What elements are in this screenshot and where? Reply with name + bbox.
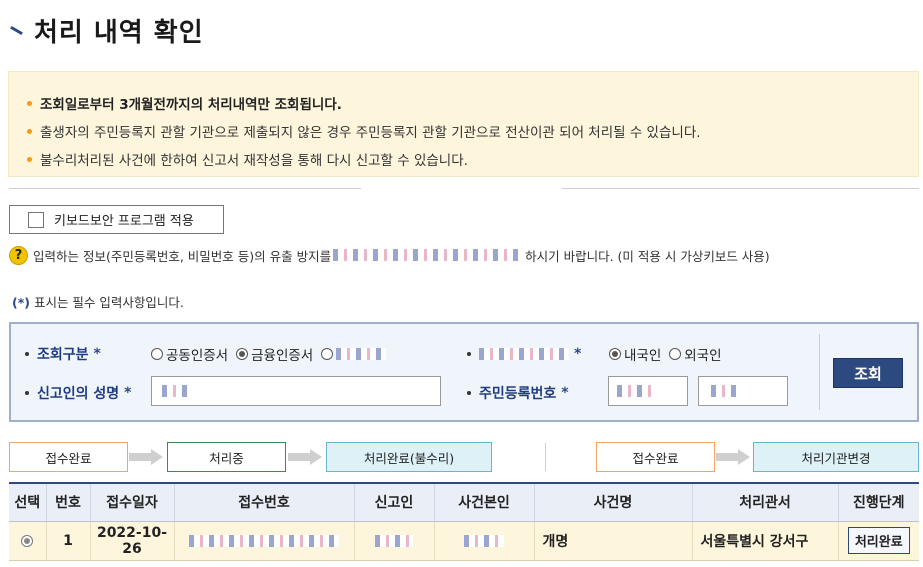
keyboard-security-info: ? 입력하는 정보(주민등록번호, 비밀번호 등)의 유출 방지를 하시기 바랍… <box>9 244 770 266</box>
row-office: 서울특별시 강서구 <box>692 521 839 561</box>
radio-icon[interactable] <box>236 348 249 360</box>
help-icon: ? <box>9 245 28 265</box>
radio-icon[interactable] <box>609 348 621 360</box>
resident-number-label: 주민등록번호 * <box>467 383 569 403</box>
search-panel: 조회구분 * 공동인증서 금융인증서 * 내국인 외국인 신고인의 성명 * 주… <box>9 322 919 422</box>
row-select[interactable] <box>9 521 47 561</box>
row-status: 처리완료 <box>838 521 919 561</box>
masked-text <box>336 348 387 360</box>
bullet-icon <box>27 100 32 106</box>
column-header: 접수일자 <box>90 482 175 522</box>
column-header: 진행단계 <box>838 482 919 522</box>
arrow-right-icon <box>716 449 750 465</box>
radio-foreigner[interactable]: 외국인 <box>669 344 722 364</box>
step-office-changed: 처리기관변경 <box>753 442 919 472</box>
reporter-name-input[interactable] <box>151 376 441 406</box>
arrow-right-icon <box>129 449 163 465</box>
column-header: 사건본인 <box>434 482 535 522</box>
masked-text <box>189 534 339 547</box>
bullet-icon <box>25 391 29 395</box>
step-completed-rejected: 처리완료(불수리) <box>326 442 492 472</box>
radio-icon[interactable] <box>669 348 682 360</box>
radio-financial-certificate[interactable]: 금융인증서 <box>236 344 313 364</box>
step-processing: 처리중 <box>167 442 286 472</box>
results-table: 선택 번호 접수일자 접수번호 신고인 사건본인 사건명 처리관서 진행단계 1… <box>9 482 919 561</box>
masked-text <box>333 249 524 261</box>
row-date: 2022-10-26 <box>90 521 175 561</box>
column-header: 사건명 <box>534 482 693 522</box>
bullet-icon <box>27 128 32 134</box>
masked-text <box>711 385 741 397</box>
step-received: 접수완료 <box>9 442 128 472</box>
row-case-name: 개명 <box>534 521 693 561</box>
column-header: 신고인 <box>354 482 435 522</box>
notice-box: 조회일로부터 3개월전까지의 처리내역만 조회됩니다. 출생자의 주민등록지 관… <box>8 71 919 177</box>
masked-text <box>464 534 504 547</box>
resident-number-front-input[interactable] <box>608 376 688 406</box>
nationality-label: * <box>467 344 581 364</box>
bullet-icon <box>467 391 471 395</box>
keyboard-security-checkbox[interactable] <box>28 211 44 228</box>
masked-text <box>479 348 569 360</box>
search-button[interactable]: 조회 <box>833 358 903 388</box>
reporter-name-label: 신고인의 성명 * <box>25 383 131 403</box>
masked-text <box>375 534 413 547</box>
radio-other-certificate[interactable] <box>321 348 387 360</box>
row-subject <box>434 521 535 561</box>
column-header: 접수번호 <box>174 482 355 522</box>
notice-line: 불수리처리된 사건에 한하여 신고서 재작성을 통해 다시 신고할 수 있습니다… <box>27 145 900 173</box>
divider <box>562 188 919 189</box>
divider <box>9 188 361 189</box>
column-header: 선택 <box>9 482 47 522</box>
page-title: 처리 내역 확인 <box>34 17 204 48</box>
divider <box>545 443 546 471</box>
bullet-icon <box>467 352 471 356</box>
inquiry-type-radios: 공동인증서 금융인증서 <box>151 344 394 364</box>
bullet-icon <box>27 156 32 162</box>
radio-icon[interactable] <box>21 534 34 547</box>
keyboard-security-button[interactable]: 키보드보안 프로그램 적용 <box>9 205 224 234</box>
notice-line: 출생자의 주민등록지 관할 기관으로 제출되지 않은 경우 주민등록지 관할 기… <box>27 117 900 145</box>
notice-line: 조회일로부터 3개월전까지의 처리내역만 조회됩니다. <box>27 89 900 117</box>
page-title-area: 처리 내역 확인 <box>8 12 204 48</box>
status-button[interactable]: 처리완료 <box>847 527 910 554</box>
masked-text <box>162 385 192 397</box>
divider <box>819 334 820 410</box>
table-row[interactable]: 1 2022-10-26 개명 서울특별시 강서구 처리완료 <box>9 521 919 561</box>
radio-icon[interactable] <box>151 348 163 360</box>
row-receipt-number <box>174 521 355 561</box>
arrow-right-icon <box>288 449 322 465</box>
row-reporter <box>354 521 435 561</box>
bullet-icon <box>25 352 29 356</box>
resident-number-back-input[interactable] <box>698 376 788 406</box>
table-header-row: 선택 번호 접수일자 접수번호 신고인 사건본인 사건명 처리관서 진행단계 <box>9 482 919 522</box>
row-number: 1 <box>46 521 91 561</box>
inquiry-type-label: 조회구분 * <box>25 344 101 364</box>
required-note: (*) 표시는 필수 입력사항입니다. <box>12 295 184 310</box>
column-header: 처리관서 <box>692 482 839 522</box>
step-received-2: 접수완료 <box>596 442 715 472</box>
radio-domestic[interactable]: 내국인 <box>609 344 661 364</box>
masked-text <box>617 385 657 397</box>
nationality-radios: 내국인 외국인 <box>609 344 730 364</box>
column-header: 번호 <box>46 482 91 522</box>
title-slash-icon <box>8 12 26 48</box>
radio-joint-certificate[interactable]: 공동인증서 <box>151 344 228 364</box>
radio-icon[interactable] <box>321 348 334 360</box>
